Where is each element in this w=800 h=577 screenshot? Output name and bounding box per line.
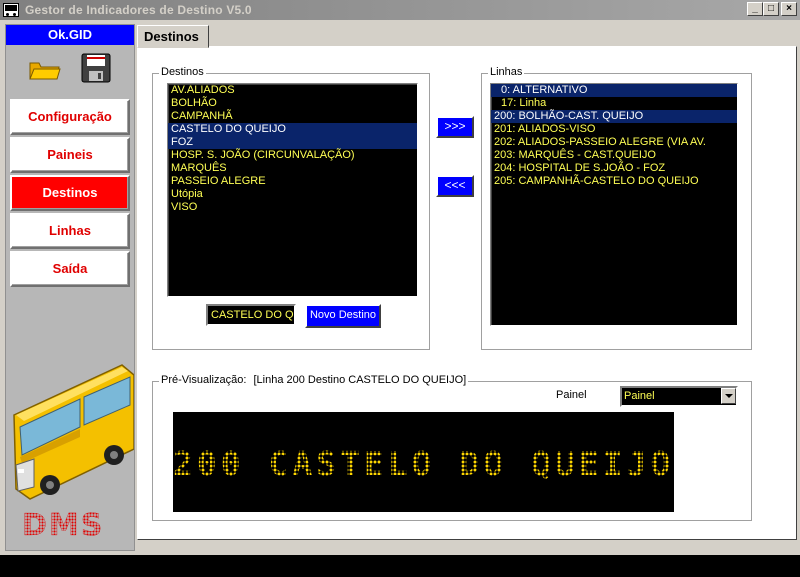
list-item[interactable]: Utópia — [168, 188, 417, 201]
window-title: Gestor de Indicadores de Destino V5.0 — [25, 3, 252, 17]
preview-group-label: Pré-Visualização: [Linha 200 Destino CAS… — [159, 374, 469, 386]
list-item[interactable]: BOLHÃO — [168, 97, 417, 110]
list-item[interactable]: CASTELO DO QUEIJO — [168, 123, 417, 136]
save-icon[interactable] — [81, 53, 111, 83]
list-item[interactable]: 201: ALIADOS-VISO — [491, 123, 737, 136]
sidebar-item-configuracao[interactable]: Configuração — [10, 99, 130, 135]
painel-select-value: Painel — [624, 390, 655, 402]
sidebar-item-destinos[interactable]: Destinos — [10, 175, 130, 211]
chevron-down-icon[interactable] — [721, 388, 736, 404]
title-bar: Gestor de Indicadores de Destino V5.0 _ … — [0, 0, 800, 20]
preview-info: [Linha 200 Destino CASTELO DO QUEIJO] — [253, 374, 467, 386]
destinos-group-label: Destinos — [159, 66, 206, 78]
destinos-list[interactable]: AV.ALIADOS BOLHÃO CAMPANHÃ CASTELO DO QU… — [167, 83, 418, 297]
window-controls: _ □ × — [747, 2, 797, 16]
destino-name-field[interactable]: CASTELO DO QU — [206, 304, 296, 326]
destinos-group: Destinos AV.ALIADOS BOLHÃO CAMPANHÃ CAST… — [152, 66, 430, 350]
bus-app-icon — [3, 3, 19, 17]
led-preview-text: 200 CASTELO DO QUEIJO — [173, 444, 674, 483]
minimize-button[interactable]: _ — [747, 2, 763, 16]
linhas-group-label: Linhas — [488, 66, 525, 78]
close-button[interactable]: × — [781, 2, 797, 16]
list-item[interactable]: VISO — [168, 201, 417, 214]
list-item[interactable]: 0: ALTERNATIVO — [491, 84, 737, 97]
list-item[interactable]: 205: CAMPANHÃ-CASTELO DO QUEIJO — [491, 175, 737, 188]
maximize-button[interactable]: □ — [763, 2, 779, 16]
list-item[interactable]: CAMPANHÃ — [168, 110, 417, 123]
sidebar-header: Ok.GID — [6, 25, 134, 45]
status-bar — [0, 553, 800, 577]
list-item[interactable]: FOZ — [168, 136, 417, 149]
list-item[interactable]: 203: MARQUÊS - CAST.QUEIJO — [491, 149, 737, 162]
content-panel: Destinos AV.ALIADOS BOLHÃO CAMPANHÃ CAST… — [137, 46, 797, 540]
list-item[interactable]: HOSP. S. JOÃO (CIRCUNVALAÇÃO) — [168, 149, 417, 162]
sidebar-item-linhas[interactable]: Linhas — [10, 213, 130, 249]
tab-destinos[interactable]: Destinos — [137, 25, 209, 48]
dms-logo: DMS — [22, 509, 104, 539]
sidebar-item-paineis[interactable]: Paineis — [10, 137, 130, 173]
bus-illustration — [13, 364, 134, 500]
svg-text:DMS: DMS — [22, 509, 104, 539]
sidebar-item-saida[interactable]: Saída — [10, 251, 130, 287]
linhas-list[interactable]: 0: ALTERNATIVO 17: Linha 200: BOLHÃO-CAS… — [490, 83, 738, 326]
add-destino-button[interactable]: >>> — [436, 116, 474, 138]
preview-label: Pré-Visualização: — [161, 374, 247, 386]
linhas-group: Linhas 0: ALTERNATIVO 17: Linha 200: BOL… — [481, 66, 752, 350]
list-item[interactable]: 202: ALIADOS-PASSEIO ALEGRE (VIA AV. — [491, 136, 737, 149]
list-item[interactable]: 204: HOSPITAL DE S.JOÃO - FOZ — [491, 162, 737, 175]
painel-select[interactable]: Painel — [620, 386, 738, 407]
list-item[interactable]: 200: BOLHÃO-CAST. QUEIJO — [491, 110, 737, 123]
list-item[interactable]: 17: Linha — [491, 97, 737, 110]
remove-destino-button[interactable]: <<< — [436, 175, 474, 197]
painel-label: Painel — [556, 389, 587, 401]
list-item[interactable]: PASSEIO ALEGRE — [168, 175, 417, 188]
list-item[interactable]: AV.ALIADOS — [168, 84, 417, 97]
sidebar: Ok.GID Configuração Paineis Destinos Lin… — [5, 24, 135, 551]
novo-destino-button[interactable]: Novo Destino — [305, 304, 381, 328]
list-item[interactable]: MARQUÊS — [168, 162, 417, 175]
open-folder-icon[interactable] — [29, 59, 61, 81]
led-preview-display: 200 CASTELO DO QUEIJO — [173, 412, 674, 512]
